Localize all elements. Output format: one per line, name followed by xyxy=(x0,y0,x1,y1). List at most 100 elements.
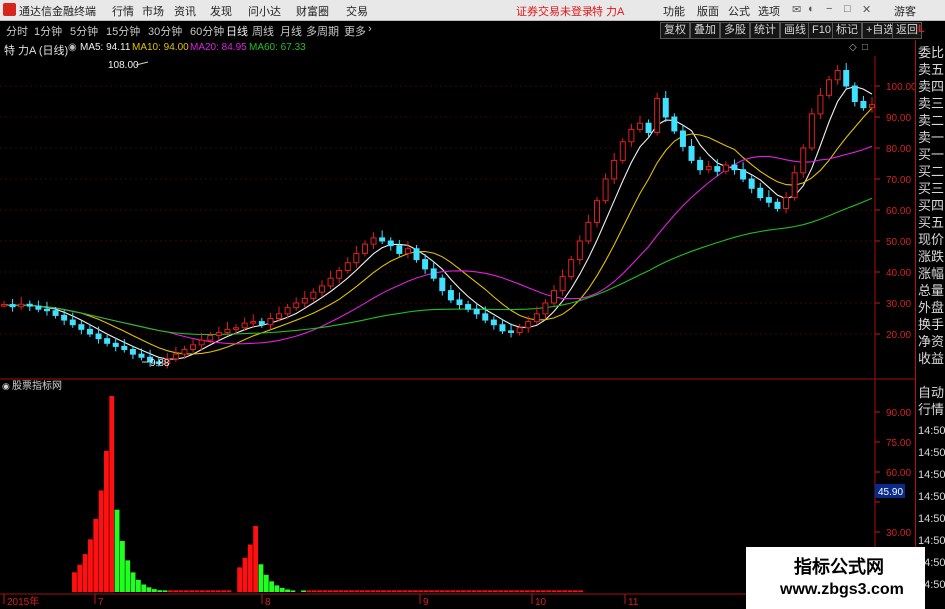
candle xyxy=(18,296,25,310)
panel-label: 涨幅 xyxy=(918,266,945,281)
panel-label: 换手 xyxy=(918,317,945,332)
candle-body xyxy=(662,97,669,118)
indicator-tick-label: 75.00 xyxy=(886,438,911,449)
indicator-bar xyxy=(359,590,365,592)
kline-chart[interactable]: 100.00 90.00 80.00 70.00 60.00 50.00 40.00 30.0… xyxy=(0,0,945,609)
panel-label: 卖四 xyxy=(918,79,945,94)
ma5-line xyxy=(3,86,873,360)
date-tick-label: 2015年 xyxy=(7,595,39,608)
indicator-bar xyxy=(402,590,408,592)
indicator-tick-label: 30.00 xyxy=(886,528,911,539)
indicator-tick-label: 60.00 xyxy=(886,468,911,479)
candle xyxy=(396,240,403,257)
price-tick-label: 30.00 xyxy=(886,299,911,310)
indicator-bar xyxy=(215,590,221,592)
indicator-bar xyxy=(418,590,424,592)
candle xyxy=(697,156,704,175)
candle-body xyxy=(679,130,686,147)
panel-tick-time: 14:50 xyxy=(918,425,945,437)
candle-body xyxy=(748,178,755,189)
indicator-bar xyxy=(210,590,216,592)
candle xyxy=(731,159,738,175)
candle-body xyxy=(611,159,618,180)
candle xyxy=(35,300,42,313)
candle xyxy=(190,339,197,353)
indicator-bar xyxy=(343,590,349,592)
candle-body xyxy=(602,178,609,202)
candle-body xyxy=(95,333,102,340)
indicator-bar xyxy=(322,590,328,592)
candle-body xyxy=(714,166,721,172)
candle xyxy=(198,332,205,350)
candle xyxy=(860,95,867,111)
candle xyxy=(783,192,790,214)
indicator-bar xyxy=(327,590,333,592)
candle xyxy=(748,175,755,194)
indicator-bar xyxy=(279,587,285,592)
candle xyxy=(404,241,411,259)
indicator-bar xyxy=(130,572,136,592)
candle-body xyxy=(379,237,386,242)
candle-body xyxy=(791,172,798,199)
price-tick-label: 40.00 xyxy=(886,268,911,279)
candle-body xyxy=(826,79,833,96)
panel-tab[interactable]: 自动 xyxy=(918,386,944,400)
candle xyxy=(413,245,420,263)
candle xyxy=(95,326,102,344)
candle xyxy=(43,301,50,316)
indicator-bar xyxy=(365,590,370,592)
candle-body xyxy=(267,318,274,326)
panel-tick-time: 14:50 xyxy=(918,469,945,481)
indicator-title: 股票指标网 xyxy=(12,379,62,392)
indicator-bar xyxy=(450,590,456,592)
indicator-toggle-icon[interactable]: ◉ xyxy=(2,381,10,391)
indicator-bar xyxy=(167,590,173,592)
candle-body xyxy=(344,262,351,271)
indicator-bar xyxy=(269,581,274,592)
candle-body xyxy=(52,310,59,316)
candle-body xyxy=(413,248,420,261)
candle-body xyxy=(250,321,257,324)
candle-body xyxy=(705,166,712,171)
candle xyxy=(370,232,377,250)
candle xyxy=(551,285,558,307)
candle xyxy=(104,334,111,347)
indicator-bar xyxy=(120,540,125,592)
candle-body xyxy=(568,259,575,278)
candle-body xyxy=(585,221,592,242)
panel-label: 委比 xyxy=(918,45,945,60)
date-tick-label: 10 xyxy=(535,597,547,608)
candle-body xyxy=(284,307,291,315)
candle-body xyxy=(654,97,661,133)
candle-body xyxy=(869,104,875,109)
candle xyxy=(817,87,824,119)
indicator-bar xyxy=(82,554,88,592)
candle xyxy=(705,161,712,173)
indicator-bar xyxy=(290,590,296,592)
ma60-line xyxy=(3,197,873,336)
indicator-bar xyxy=(333,590,338,592)
candle-body xyxy=(465,304,472,310)
candle-body xyxy=(293,302,300,309)
indicator-bar xyxy=(151,589,157,592)
panel-tab[interactable]: 行情 xyxy=(918,403,944,417)
indicator-bar xyxy=(524,590,530,592)
price-tick-label: 70.00 xyxy=(886,175,911,186)
candle-body xyxy=(18,303,25,308)
candle-body xyxy=(808,113,815,149)
candle-body xyxy=(473,308,480,315)
candle-body xyxy=(757,187,764,199)
indicator-bar xyxy=(93,518,99,592)
indicator-bar xyxy=(205,590,211,592)
panel-label: 卖三 xyxy=(918,96,945,111)
indicator-bar xyxy=(429,590,434,592)
candle-body xyxy=(138,353,145,358)
candle-body xyxy=(843,70,850,87)
indicator-bar xyxy=(508,590,514,592)
candle-body xyxy=(800,147,807,174)
candle xyxy=(593,196,600,228)
candle xyxy=(387,237,394,251)
candle-body xyxy=(35,305,42,310)
indicator-bar xyxy=(413,590,418,592)
candle-body xyxy=(731,164,738,171)
